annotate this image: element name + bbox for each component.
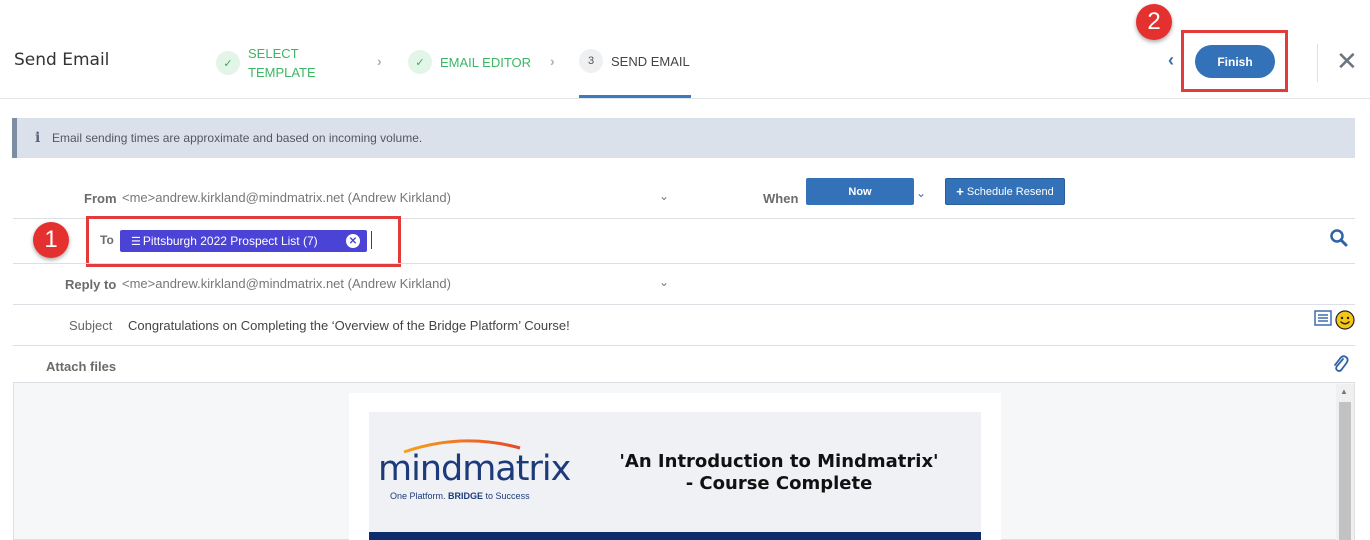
mindmatrix-logo: mindmatrix <box>378 449 571 489</box>
annotation-badge-2: 2 <box>1136 4 1172 40</box>
check-icon: ✓ <box>216 51 240 75</box>
list-icon[interactable] <box>1314 310 1332 326</box>
step-label-line1: SELECT <box>248 46 299 61</box>
email-heading-line1: 'An Introduction to Mindmatrix' <box>619 451 939 472</box>
recipient-list-chip[interactable]: ☰ Pittsburgh 2022 Prospect List (7) ✕ <box>120 230 367 252</box>
chevron-right-icon: › <box>377 53 382 69</box>
step-label: EMAIL EDITOR <box>440 54 532 70</box>
when-now-select[interactable]: Now <box>806 178 914 205</box>
scroll-up-icon[interactable]: ▲ <box>1340 387 1348 396</box>
annotation-highlight-finish <box>1181 30 1288 92</box>
annotation-badge-1: 1 <box>33 222 69 258</box>
from-label: From <box>84 191 117 206</box>
chevron-down-icon[interactable]: ⌄ <box>659 275 669 289</box>
email-heading-line2: - Course Complete <box>685 473 873 494</box>
email-heading: 'An Introduction to Mindmatrix' - Course… <box>612 451 946 495</box>
plus-icon: + <box>956 184 964 199</box>
step-send-email[interactable]: 3 SEND EMAIL <box>579 49 690 73</box>
schedule-resend-button[interactable]: + Schedule Resend <box>945 178 1065 205</box>
reply-to-select[interactable]: <me>andrew.kirkland@mindmatrix.net (Andr… <box>122 276 451 291</box>
when-label: When <box>763 191 799 206</box>
step-email-editor[interactable]: ✓ EMAIL EDITOR <box>408 50 531 74</box>
tagline-part: to Success <box>483 491 530 501</box>
divider <box>13 345 1355 346</box>
step-number: 3 <box>579 49 603 73</box>
tagline-bold: BRIDGE <box>448 491 484 501</box>
chevron-down-icon[interactable]: ⌄ <box>659 189 669 203</box>
remove-icon[interactable]: ✕ <box>346 234 360 248</box>
from-select[interactable]: <me>andrew.kirkland@mindmatrix.net (Andr… <box>122 190 451 205</box>
step-label: SELECT TEMPLATE <box>248 44 316 82</box>
smiley-icon[interactable] <box>1335 310 1355 330</box>
editor-scrollbar-thumb[interactable] <box>1339 402 1351 540</box>
notice-text: Email sending times are approximate and … <box>52 131 423 145</box>
tagline-part: One Platform. <box>390 491 449 501</box>
paperclip-icon[interactable] <box>1331 354 1349 374</box>
chevron-down-icon[interactable]: ⌄ <box>916 186 926 200</box>
recipient-chip-label: Pittsburgh 2022 Prospect List (7) <box>142 234 318 248</box>
divider <box>1317 44 1318 82</box>
close-icon[interactable]: ✕ <box>1336 46 1358 76</box>
subject-label: Subject <box>69 318 113 333</box>
check-icon: ✓ <box>408 50 432 74</box>
list-icon: ☰ <box>131 235 141 248</box>
chevron-left-icon[interactable]: ‹ <box>1168 50 1174 71</box>
active-step-underline <box>579 95 691 98</box>
page-title: Send Email <box>14 50 110 70</box>
subject-input[interactable]: Congratulations on Completing the ‘Overv… <box>128 318 570 333</box>
attach-files-label: Attach files <box>46 359 117 374</box>
chevron-right-icon: › <box>550 53 555 69</box>
reply-to-label: Reply to <box>65 277 117 292</box>
to-label: To <box>100 233 114 247</box>
logo-tagline: One Platform. BRIDGE to Success <box>390 491 530 501</box>
step-select-template[interactable]: ✓ SELECT TEMPLATE <box>216 44 316 82</box>
search-icon[interactable] <box>1329 228 1349 248</box>
schedule-resend-label: Schedule Resend <box>966 185 1054 198</box>
step-label: SEND EMAIL <box>611 53 690 69</box>
step-label-line2: TEMPLATE <box>248 65 316 80</box>
divider <box>13 304 1355 305</box>
banner-strip <box>369 532 981 540</box>
info-notice: i Email sending times are approximate an… <box>12 118 1355 158</box>
to-input-caret <box>371 231 372 249</box>
divider <box>13 263 1355 264</box>
info-icon: i <box>35 130 41 146</box>
